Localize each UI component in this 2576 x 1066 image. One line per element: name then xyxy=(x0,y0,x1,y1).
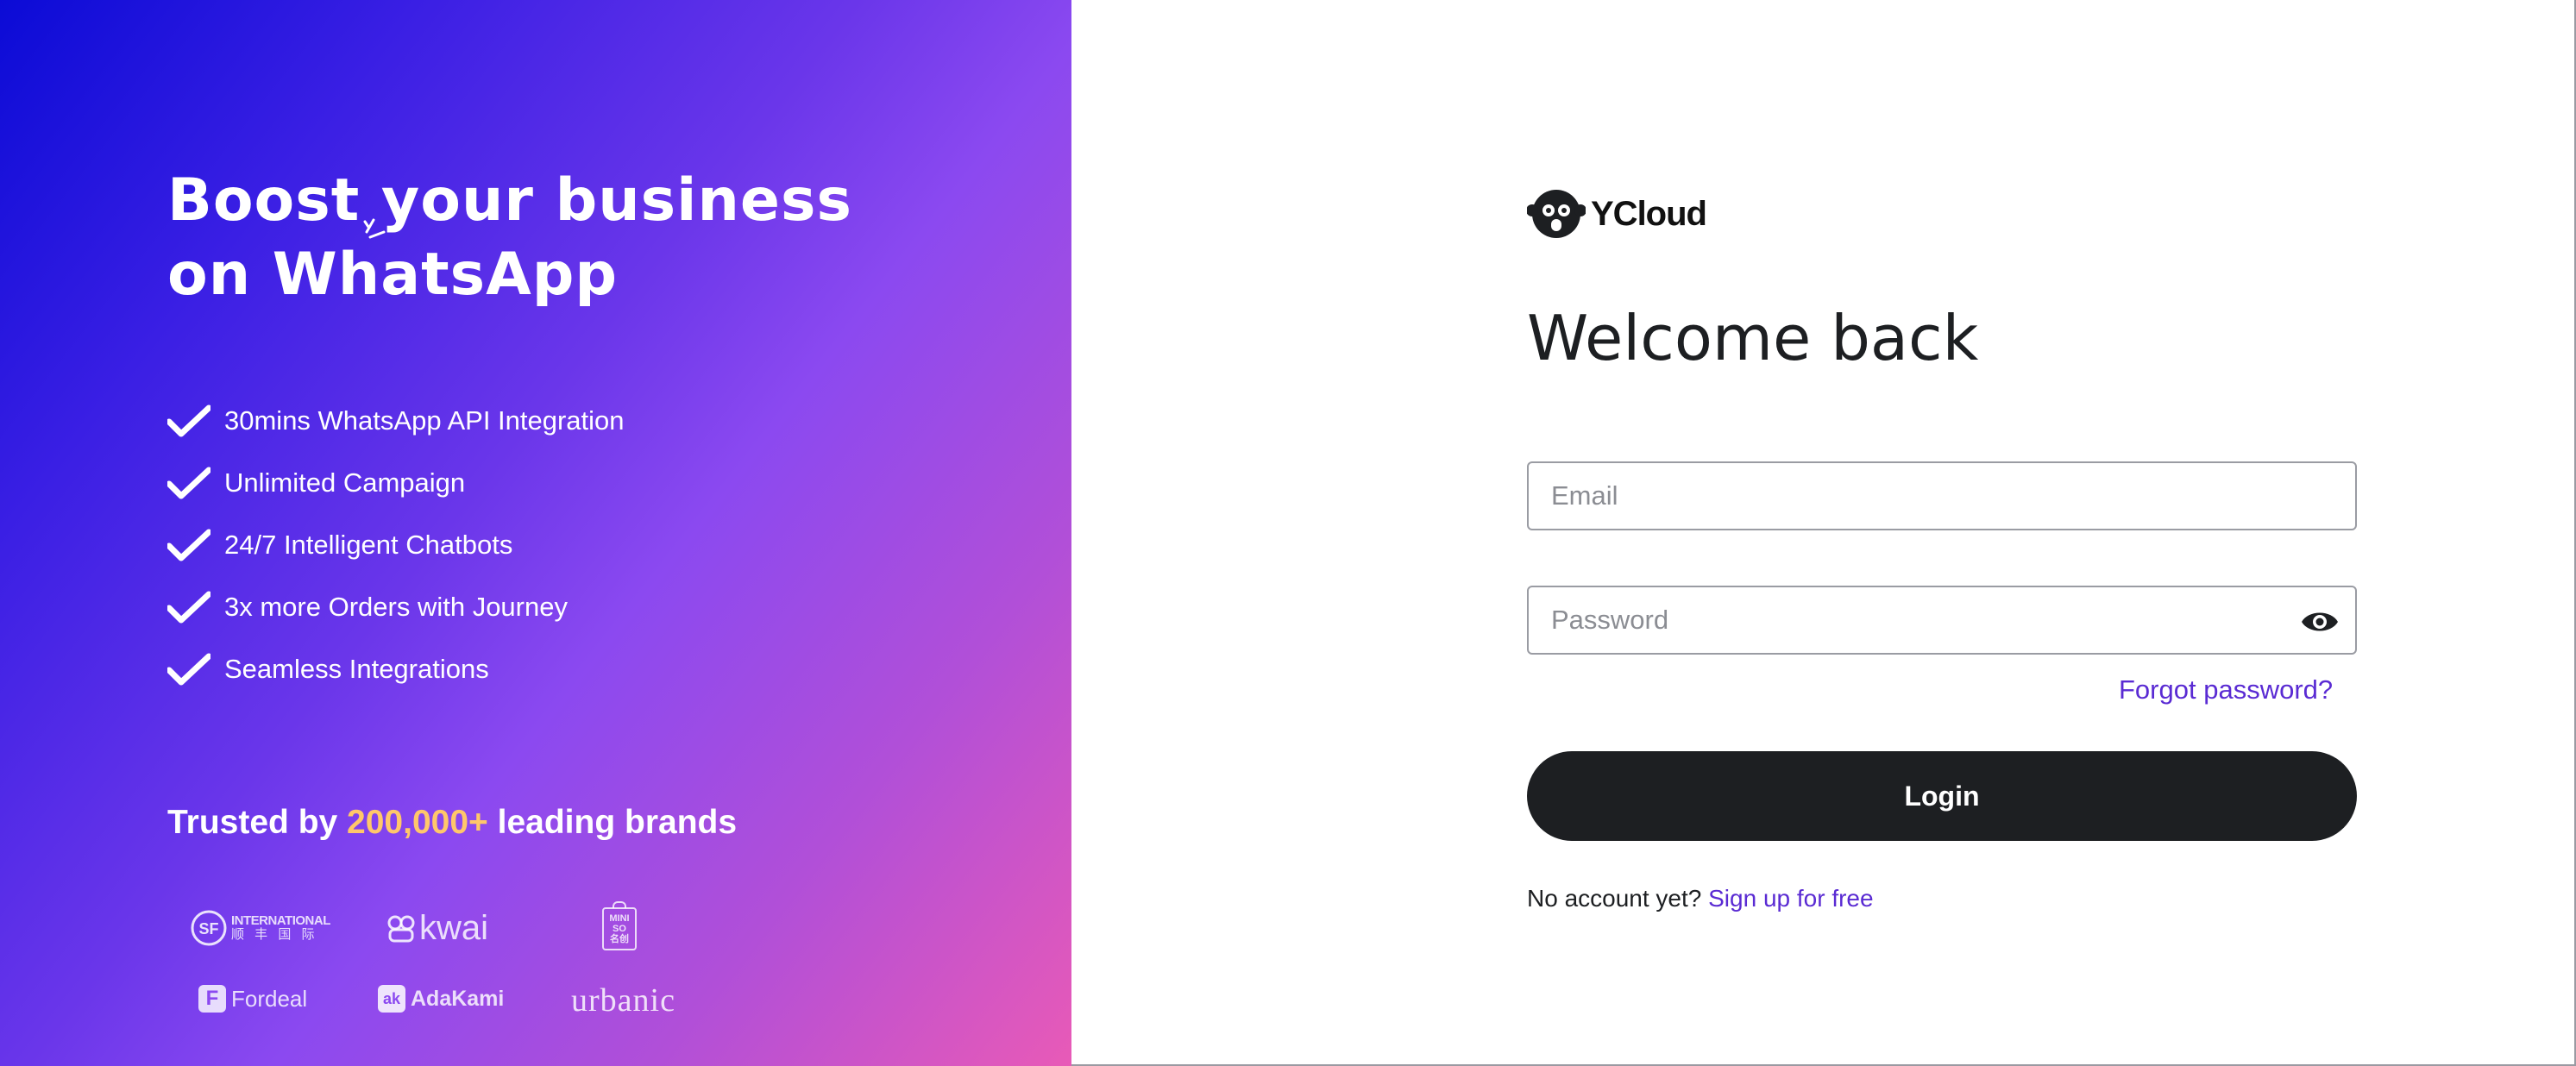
email-field-container xyxy=(1527,461,2357,530)
trusted-prefix: Trusted by xyxy=(167,804,348,841)
fordeal-text: Fordeal xyxy=(231,985,308,1012)
kwai-text: kwai xyxy=(419,909,489,947)
sf-emblem-icon: SF xyxy=(191,910,227,946)
feature-item: Seamless Integrations xyxy=(167,638,625,700)
adakami-text: AdaKami xyxy=(411,986,505,1011)
check-icon xyxy=(167,590,212,624)
brand-logos: SF INTERNATIONAL 顺 丰 国 际 kwai MINI SO 名创… xyxy=(173,897,707,1035)
eye-icon[interactable] xyxy=(2300,605,2340,639)
check-icon xyxy=(167,466,212,500)
feature-item: Unlimited Campaign xyxy=(167,452,625,514)
check-icon xyxy=(167,652,212,687)
feature-item: 24/7 Intelligent Chatbots xyxy=(167,514,625,576)
sf-line2: 顺 丰 国 际 xyxy=(231,927,318,942)
mini-line2: SO xyxy=(613,924,626,934)
brand-logo-fordeal: F Fordeal xyxy=(198,985,307,1013)
password-field[interactable] xyxy=(1529,587,2355,653)
forgot-password-link[interactable]: Forgot password? xyxy=(2119,674,2333,705)
sf-line1: INTERNATIONAL xyxy=(231,913,330,928)
trusted-by-text: Trusted by 200,000+ leading brands xyxy=(167,804,737,842)
check-icon xyxy=(167,404,212,438)
brand-logo-kwai: kwai xyxy=(386,909,488,948)
urbanic-text: urbanic xyxy=(571,982,675,1019)
promo-title-boost: Boost xyxy=(167,166,361,235)
brand-name: YCloud xyxy=(1591,194,1707,233)
feature-label: 30mins WhatsApp API Integration xyxy=(224,405,625,436)
feature-item: 3x more Orders with Journey xyxy=(167,576,625,638)
signup-prompt-text: No account yet? xyxy=(1527,885,1709,912)
ycloud-logo: YCloud xyxy=(1527,188,1707,240)
trusted-count: 200,000+ xyxy=(347,804,488,841)
email-field[interactable] xyxy=(1529,463,2355,529)
feature-label: Seamless Integrations xyxy=(224,654,489,684)
monkey-logo-icon xyxy=(1527,190,1586,238)
promo-title-line2: on WhatsApp xyxy=(167,241,619,309)
kwai-emblem-icon xyxy=(387,915,415,942)
fordeal-emblem-icon: F xyxy=(198,985,226,1013)
login-button[interactable]: Login xyxy=(1527,751,2357,841)
signup-link[interactable]: Sign up for free xyxy=(1708,885,1873,912)
feature-label: 3x more Orders with Journey xyxy=(224,592,568,622)
check-icon xyxy=(167,528,212,562)
brand-logo-sf: SF INTERNATIONAL 顺 丰 国 际 xyxy=(190,909,330,947)
feature-list: 30mins WhatsApp API Integration Unlimite… xyxy=(167,390,625,700)
welcome-heading: Welcome back xyxy=(1527,302,1979,374)
promo-title-rest: your business xyxy=(360,166,852,235)
signup-prompt: No account yet? Sign up for free xyxy=(1527,885,1874,912)
brand-logo-adakami: ak AdaKami xyxy=(378,985,504,1013)
brand-logo-urbanic: urbanic xyxy=(571,981,675,1019)
promo-title: Boost your business on WhatsApp xyxy=(167,164,944,312)
adakami-emblem-icon: ak xyxy=(378,985,405,1013)
mini-line1: MINI xyxy=(609,913,630,924)
brand-logo-miniso: MINI SO 名创 xyxy=(602,901,637,950)
feature-label: 24/7 Intelligent Chatbots xyxy=(224,530,513,560)
login-panel: YCloud Welcome back Forgot password? Log… xyxy=(1071,0,2576,1066)
feature-label: Unlimited Campaign xyxy=(224,467,466,498)
svg-text:SF: SF xyxy=(198,920,218,937)
promo-panel: Boost your business on WhatsApp 30mins W… xyxy=(0,0,1071,1066)
trusted-suffix: leading brands xyxy=(487,804,738,841)
feature-item: 30mins WhatsApp API Integration xyxy=(167,390,625,452)
password-field-container xyxy=(1527,586,2357,655)
mini-line3: 名创 xyxy=(610,934,629,944)
